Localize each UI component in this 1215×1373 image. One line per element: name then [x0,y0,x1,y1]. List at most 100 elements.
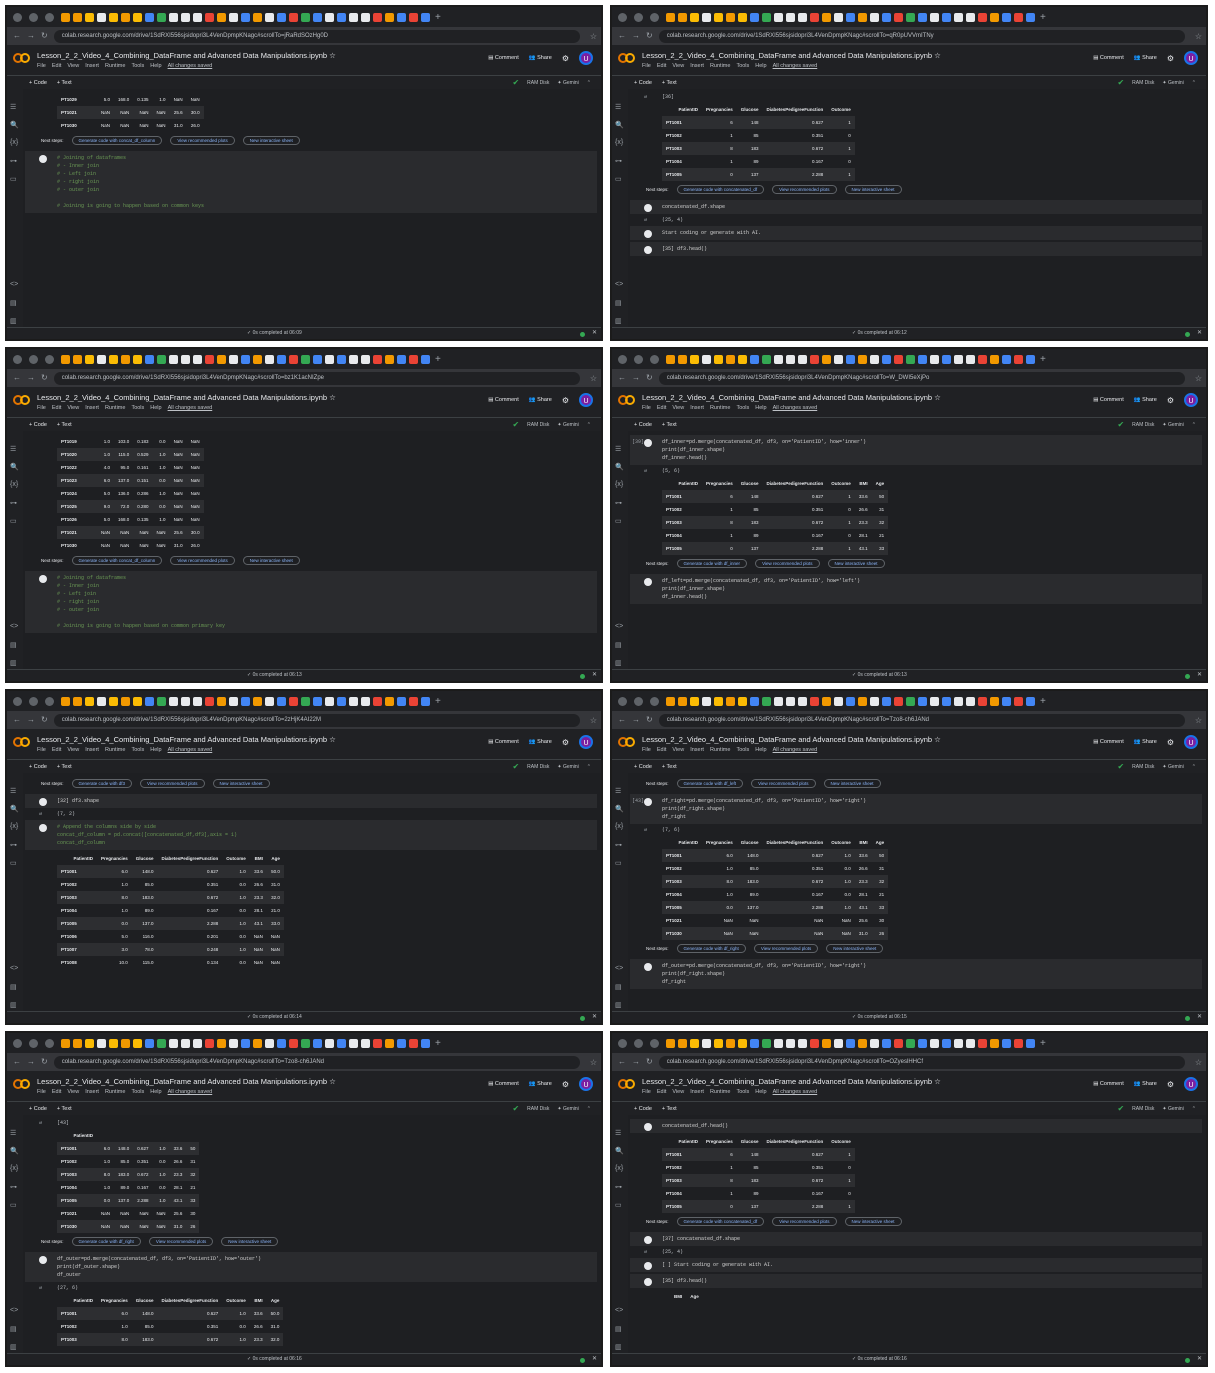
browser-tab[interactable] [954,12,963,22]
add-text-button[interactable]: + Text [57,764,72,770]
browser-tab[interactable] [738,354,747,364]
menu-item[interactable]: Insert [690,405,704,411]
browser-tab[interactable] [666,12,675,22]
code-cell[interactable]: df_outer=pd.merge(concatenated_df, df3, … [25,1252,597,1282]
menu-item[interactable]: Runtime [710,747,730,753]
comment-button[interactable]: ▤ Comment [488,397,519,403]
menu-item[interactable]: Insert [85,405,99,411]
nav-icon[interactable]: ↻ [41,716,48,724]
nav-icon[interactable]: → [632,716,640,724]
browser-tab[interactable] [762,354,771,364]
nav-icon[interactable]: ↻ [646,1058,653,1066]
window-control-icon[interactable] [13,354,22,364]
browser-tab[interactable] [894,696,903,706]
menu-item[interactable]: Edit [52,63,61,69]
browser-tab[interactable] [906,354,915,364]
sidebar-icon[interactable]: {x} [615,481,623,488]
code-cell[interactable]: [ ] Start coding or generate with AI. [630,1258,1202,1272]
menu-item[interactable]: Insert [690,747,704,753]
new-sheet-chip[interactable]: New interactive sheet [242,136,300,145]
sidebar-icon[interactable]: {x} [615,1165,623,1172]
bookmark-star-icon[interactable]: ☆ [590,374,597,383]
save-status[interactable]: All changes saved [168,747,213,753]
sidebar-icon[interactable]: ☰ [10,103,16,111]
browser-tab[interactable] [373,354,382,364]
new-tab-icon[interactable]: + [435,12,441,22]
browser-tab[interactable] [217,12,226,22]
sidebar-icon[interactable]: ▭ [615,175,622,183]
sidebar-icon[interactable]: ▥ [10,1343,17,1351]
menu-item[interactable]: View [672,63,684,69]
generate-code-chip[interactable]: Generate code with df_inner [676,559,748,568]
avatar[interactable]: U [579,393,593,407]
browser-tab[interactable] [145,696,154,706]
new-tab-icon[interactable]: + [1040,354,1046,364]
url-field[interactable]: colab.research.google.com/drive/1SdRXI55… [658,1055,1185,1069]
browser-tab[interactable] [409,1038,418,1048]
browser-tab[interactable] [1014,354,1023,364]
run-cell-icon[interactable] [644,1123,652,1131]
add-code-button[interactable]: + Code [29,80,47,86]
menu-item[interactable]: Edit [657,405,666,411]
code-cell[interactable]: Start coding or generate with AI. [630,226,1202,240]
nav-icon[interactable]: → [27,374,35,382]
menu-item[interactable]: Help [755,1089,766,1095]
browser-tab[interactable] [145,12,154,22]
window-control-icon[interactable] [13,12,22,22]
comment-button[interactable]: ▤ Comment [488,739,519,745]
sidebar-icon[interactable]: ⊶ [615,157,622,165]
browser-tab[interactable] [834,696,843,706]
add-text-button[interactable]: + Text [57,422,72,428]
browser-tab[interactable] [786,12,795,22]
browser-tab[interactable] [157,12,166,22]
browser-tab[interactable] [217,354,226,364]
browser-tab[interactable] [726,1038,735,1048]
browser-tab[interactable] [349,354,358,364]
add-text-button[interactable]: + Text [662,80,677,86]
menu-item[interactable]: Insert [85,63,99,69]
sidebar-icon[interactable]: ▥ [10,1001,17,1009]
browser-tab[interactable] [301,696,310,706]
new-sheet-chip[interactable]: New interactive sheet [823,779,881,788]
nav-icon[interactable]: ← [13,1058,21,1066]
browser-tab[interactable] [361,12,370,22]
nav-icon[interactable]: → [632,1058,640,1066]
window-control-icon[interactable] [45,354,54,364]
sidebar-icon[interactable]: ☰ [10,787,16,795]
browser-tab[interactable] [870,1038,879,1048]
sidebar-icon[interactable]: <> [10,281,18,288]
browser-tab[interactable] [1014,696,1023,706]
browser-tab[interactable] [750,696,759,706]
browser-tab[interactable] [870,696,879,706]
browser-tab[interactable] [313,354,322,364]
sidebar-icon[interactable]: 🔍 [10,805,19,813]
browser-tab[interactable] [786,1038,795,1048]
browser-tab[interactable] [678,696,687,706]
browser-tab[interactable] [990,696,999,706]
browser-tab[interactable] [762,12,771,22]
browser-tab[interactable] [133,12,142,22]
menu-item[interactable]: File [642,63,651,69]
window-control-icon[interactable] [29,12,38,22]
browser-tab[interactable] [738,12,747,22]
sidebar-icon[interactable]: <> [10,965,18,972]
browser-tab[interactable] [265,1038,274,1048]
window-control-icon[interactable] [29,696,38,706]
generate-code-chip[interactable]: Generate code with concatenated_df [676,1217,765,1226]
menu-item[interactable]: Runtime [105,63,125,69]
sidebar-icon[interactable]: ▭ [615,517,622,525]
browser-tab[interactable] [409,696,418,706]
browser-tab[interactable] [325,12,334,22]
window-control-icon[interactable] [618,696,627,706]
nav-icon[interactable]: ↻ [646,374,653,382]
run-cell-icon[interactable] [39,1256,47,1264]
browser-tab[interactable] [289,1038,298,1048]
close-status-icon[interactable]: ✕ [1197,329,1202,336]
run-cell-icon[interactable] [644,1262,652,1270]
menu-item[interactable]: Insert [85,1089,99,1095]
browser-tab[interactable] [798,1038,807,1048]
menu-item[interactable]: Edit [657,1089,666,1095]
nav-icon[interactable]: ← [13,374,21,382]
browser-tab[interactable] [798,12,807,22]
browser-tab[interactable] [930,696,939,706]
